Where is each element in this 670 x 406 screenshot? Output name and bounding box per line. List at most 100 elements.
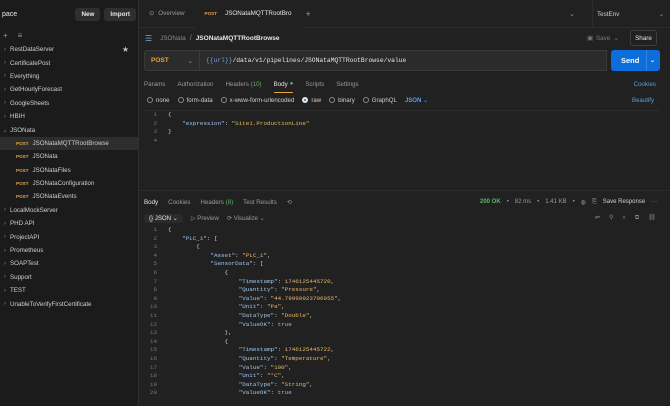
link-icon[interactable]: ⛓ xyxy=(648,214,656,222)
chevron-right-icon[interactable]: › xyxy=(0,221,10,227)
request-item[interactable]: POST JSONataFiles xyxy=(0,164,138,177)
tabs-dropdown-icon[interactable]: ⌄ xyxy=(569,10,575,18)
beautify-link[interactable]: Beautify xyxy=(632,97,654,104)
share-button[interactable]: Share xyxy=(630,30,657,46)
radio-none[interactable]: none xyxy=(147,97,170,104)
tab-settings[interactable]: Settings xyxy=(336,77,358,91)
status-badge[interactable]: 200 OK xyxy=(480,199,501,205)
response-size[interactable]: 1.41 KB xyxy=(545,199,566,205)
search-icon[interactable]: ⌕ xyxy=(622,214,625,222)
more-icon[interactable]: ··· xyxy=(651,199,657,205)
url-input[interactable]: {{url}} /data/v1/pipelines/JSONataMQTTRo… xyxy=(199,50,607,71)
collection-item[interactable]: › RestDataServer ★ xyxy=(0,43,138,56)
preview-button[interactable]: ▷ Preview xyxy=(191,215,219,222)
collection-item[interactable]: › CertificatePost xyxy=(0,56,138,69)
tab-response-body[interactable]: Body xyxy=(144,199,158,206)
collection-item[interactable]: › Prometheus xyxy=(0,244,138,257)
radio-form-data[interactable]: form-data xyxy=(177,97,213,104)
radio-graphql[interactable]: GraphQL xyxy=(362,97,397,104)
collection-item[interactable]: › GoogleSheets xyxy=(0,97,138,110)
chevron-right-icon[interactable]: › xyxy=(0,234,10,240)
breadcrumb-parent[interactable]: JSONata xyxy=(160,35,186,42)
tab-response-headers-label: Headers xyxy=(200,198,224,206)
response-format-select[interactable]: {} JSON ⌄ xyxy=(144,213,183,223)
request-body-editor[interactable]: 1{2 "expression": "Site1.ProductionLine"… xyxy=(145,110,659,187)
collection-item[interactable]: › GetHourlyForecast xyxy=(0,83,138,96)
response-tools: ⇌ ⚲ ⌕ ⧉ ⛓ xyxy=(595,214,656,222)
chevron-right-icon[interactable]: › xyxy=(0,207,10,213)
collection-item[interactable]: › LocalMockServer xyxy=(0,204,138,217)
add-icon[interactable]: + xyxy=(3,31,8,40)
collection-item[interactable]: ⌄ JSONata xyxy=(0,123,138,136)
response-body-viewer[interactable]: 1{2 "PLC_1": [3 {4 "Asset": "PLC_1", 5 "S… xyxy=(145,226,659,406)
tab-scripts[interactable]: Scripts xyxy=(305,77,324,91)
chevron-right-icon[interactable]: › xyxy=(0,301,10,307)
save-response-button[interactable]: Save Response xyxy=(603,199,645,205)
tab-authorization[interactable]: Authorization xyxy=(177,77,213,91)
radio-urlencoded[interactable]: x-www-form-urlencoded xyxy=(220,97,294,104)
radio-raw[interactable]: raw xyxy=(302,97,321,104)
tab-response-headers[interactable]: Headers (8) xyxy=(200,199,233,206)
globe-icon[interactable]: ◍ xyxy=(581,199,586,206)
request-item[interactable]: POST JSONataMQTTRootBrowse xyxy=(0,136,138,151)
new-button[interactable]: New xyxy=(75,7,101,21)
history-icon[interactable]: ⟲ xyxy=(287,199,292,206)
filter-icon[interactable]: ⚲ xyxy=(609,214,613,222)
copy-icon[interactable]: ⧉ xyxy=(635,214,639,222)
chevron-right-icon[interactable]: › xyxy=(0,261,10,267)
chevron-right-icon[interactable]: › xyxy=(0,60,10,66)
chevron-right-icon[interactable]: › xyxy=(0,73,10,79)
collection-item[interactable]: › PHD API xyxy=(0,217,138,230)
environment-select[interactable]: TestEnv ⌄ xyxy=(592,0,670,28)
collection-item[interactable]: › Everything xyxy=(0,70,138,83)
tab-headers-label: Headers xyxy=(225,80,249,88)
collection-item[interactable]: › TEST xyxy=(0,284,138,297)
request-item[interactable]: POST JSONata xyxy=(0,150,138,163)
chevron-right-icon[interactable]: › xyxy=(0,248,10,254)
code-line: 16 "Quantity": "Temperature", xyxy=(145,355,659,364)
collection-item[interactable]: › HBIH xyxy=(0,110,138,123)
tab-params[interactable]: Params xyxy=(144,77,165,91)
tree-item-label: Everything xyxy=(10,72,40,80)
collection-item[interactable]: › UnableToVerifyFirstCertificate xyxy=(0,297,138,310)
collection-item[interactable]: › Support xyxy=(0,271,138,284)
panel-divider[interactable] xyxy=(139,190,670,191)
workspace-name[interactable]: pace xyxy=(2,11,71,18)
tab-overview[interactable]: ⊙ Overview xyxy=(139,0,195,28)
breadcrumb-current[interactable]: JSONataMQTTRootBrowse xyxy=(196,35,280,42)
send-button[interactable]: Send ⌄ xyxy=(611,50,660,71)
cookies-link[interactable]: Cookies xyxy=(634,81,656,88)
radio-icon xyxy=(220,97,227,103)
request-item[interactable]: POST JSONataEvents xyxy=(0,190,138,203)
method-select[interactable]: POST ⌄ xyxy=(144,50,199,71)
chevron-right-icon[interactable]: › xyxy=(0,274,10,280)
chevron-right-icon[interactable]: › xyxy=(0,288,10,294)
tab-body[interactable]: Body ● xyxy=(273,77,293,93)
line-number: 15 xyxy=(149,346,157,354)
tab-test-results[interactable]: Test Results xyxy=(243,199,277,206)
import-button[interactable]: Import xyxy=(104,7,136,21)
tab-headers[interactable]: Headers (10) xyxy=(225,77,261,91)
tab-response-cookies[interactable]: Cookies xyxy=(168,199,190,206)
wrap-icon[interactable]: ⇌ xyxy=(595,214,600,222)
tab-active-request[interactable]: POST JSONataMQTTRootBro xyxy=(194,0,302,28)
save-button[interactable]: ▣ Save ⌄ xyxy=(587,35,619,42)
star-icon[interactable]: ★ xyxy=(122,45,129,54)
filter-icon[interactable]: ≡ xyxy=(18,31,23,40)
radio-binary[interactable]: binary xyxy=(329,97,355,104)
new-tab-icon[interactable]: + xyxy=(306,9,311,19)
body-format-select[interactable]: JSON ⌄ xyxy=(405,97,428,104)
visualize-button[interactable]: ⟳ Visualize ⌄ xyxy=(227,215,265,222)
response-time[interactable]: 82 ms xyxy=(515,199,531,205)
chevron-right-icon[interactable]: › xyxy=(0,47,10,53)
chevron-down-icon[interactable]: ⌄ xyxy=(0,127,10,134)
collection-item[interactable]: › SOAPTest xyxy=(0,257,138,270)
request-item[interactable]: POST JSONataConfiguration xyxy=(0,177,138,190)
response-meta: 200 OK • 82 ms • 1.41 KB • ◍ ⎘ Save Resp… xyxy=(480,196,657,208)
chevron-right-icon[interactable]: › xyxy=(0,114,10,120)
collection-item[interactable]: › ProjectAPI xyxy=(0,230,138,243)
chevron-down-icon[interactable]: ⌄ xyxy=(645,50,655,71)
chevron-right-icon[interactable]: › xyxy=(0,87,10,93)
chevron-right-icon[interactable]: › xyxy=(0,100,10,106)
method-label: POST xyxy=(151,57,169,64)
